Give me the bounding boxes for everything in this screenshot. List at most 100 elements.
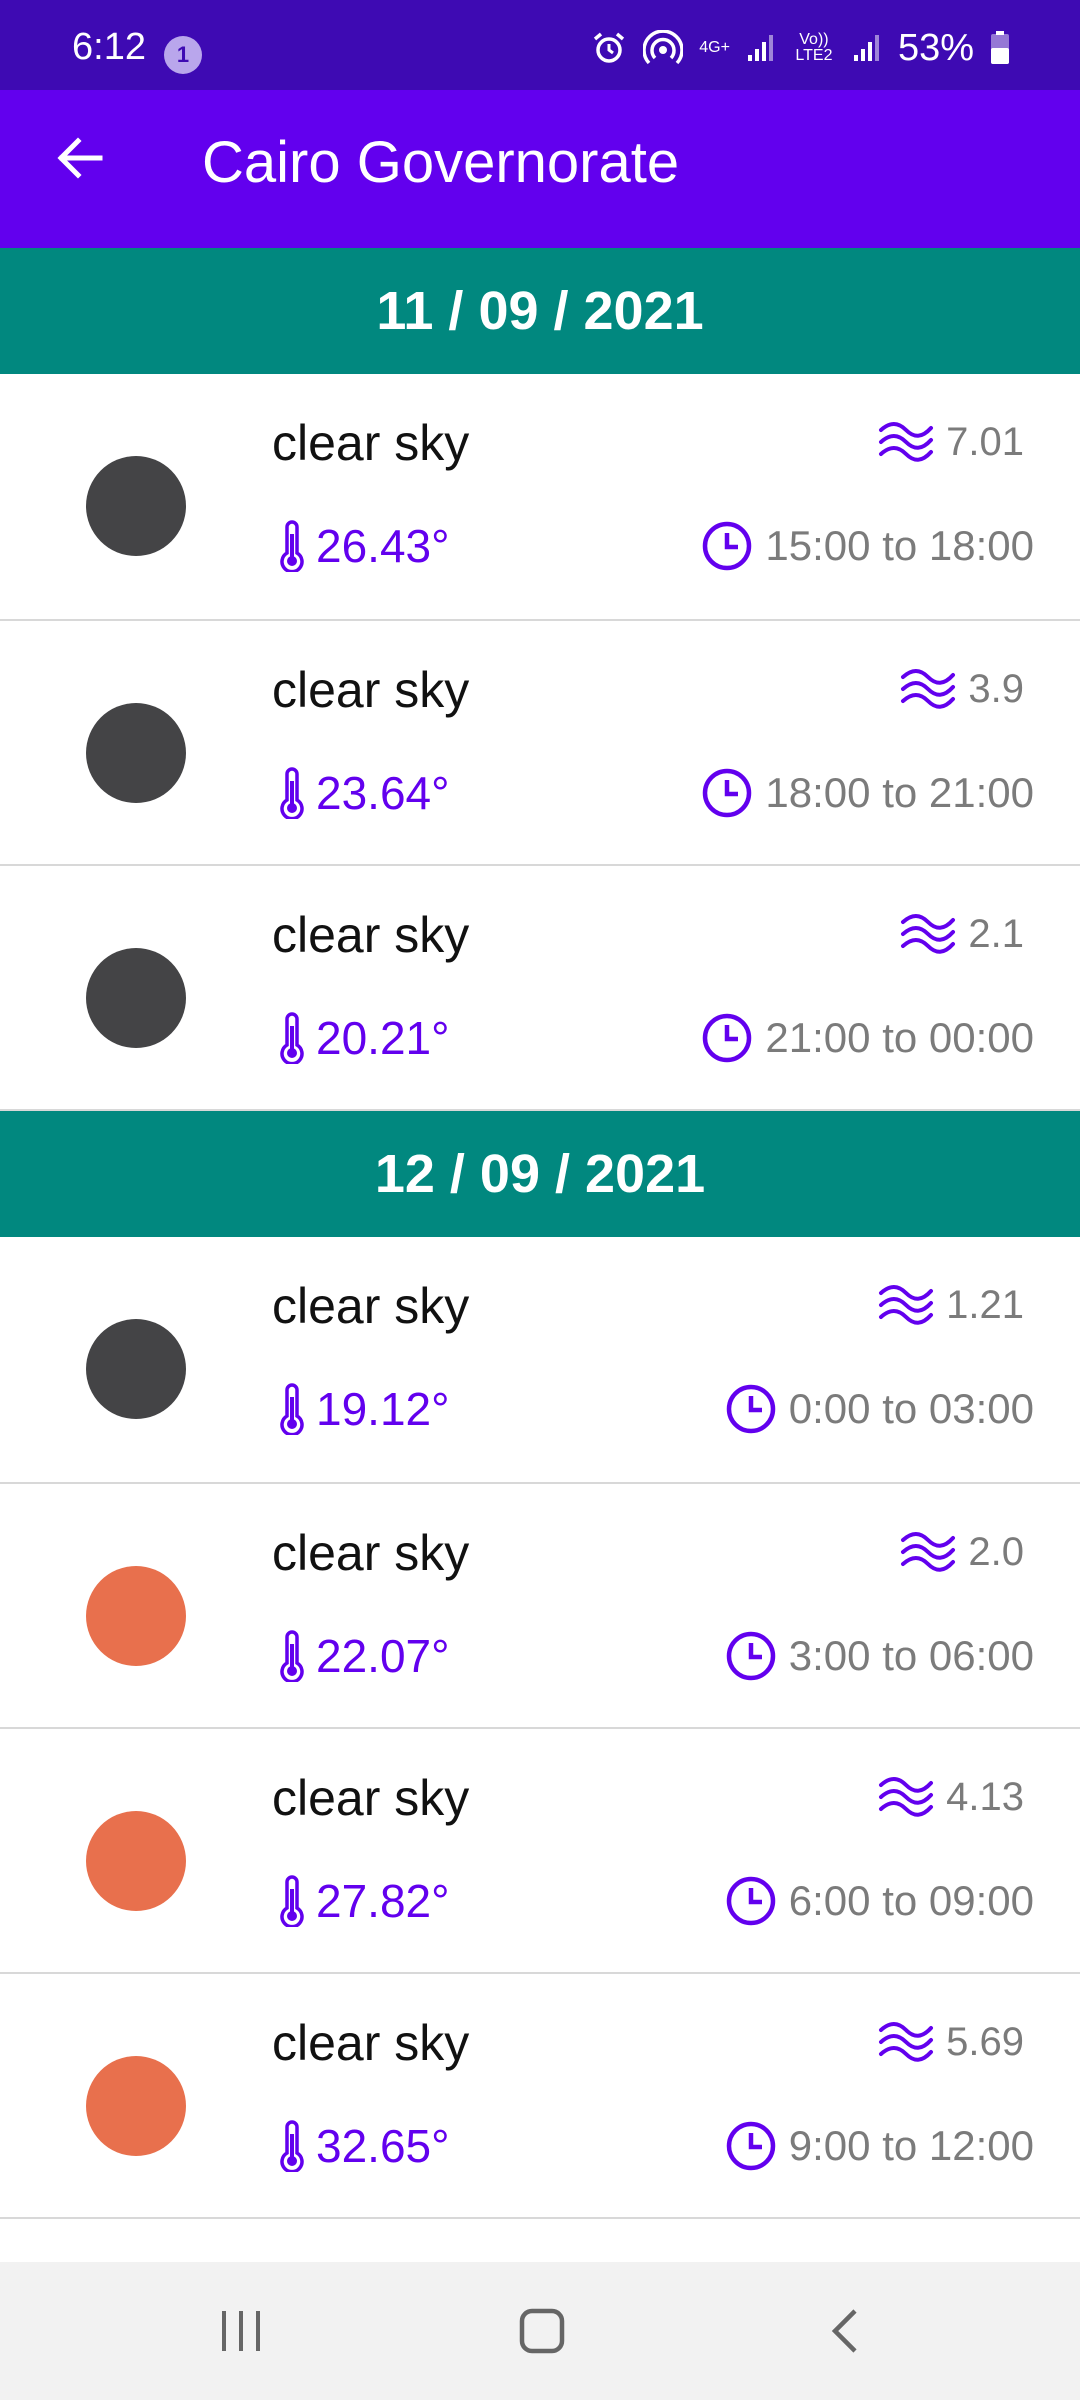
- clock-icon: [726, 2121, 776, 2171]
- time-range: 18:00 to 21:00: [701, 767, 1034, 819]
- weather-description: clear sky: [272, 1770, 470, 1826]
- temperature-value: 32.65°: [316, 2120, 450, 2172]
- clock-icon: [703, 521, 752, 571]
- weather-icon: [86, 1319, 186, 1419]
- temperature-value: 20.21°: [316, 1012, 450, 1064]
- home-button[interactable]: [462, 2262, 622, 2400]
- page-title: Cairo Governorate: [202, 130, 680, 195]
- wind-icon: [901, 1532, 956, 1572]
- weather-icon: [86, 1811, 186, 1911]
- wind-value: 3.9: [968, 667, 1024, 711]
- network-2-label: Vo)) LTE2: [795, 31, 833, 64]
- wind-icon: [879, 422, 934, 462]
- thermometer-icon: [280, 767, 304, 819]
- temperature: 23.64°: [278, 767, 450, 819]
- weather-icon: [86, 1566, 186, 1666]
- wind-icon: [879, 2022, 934, 2062]
- time-range-value: 15:00 to 18:00: [765, 522, 1034, 569]
- temperature: 26.43°: [278, 520, 450, 572]
- weather-description: clear sky: [272, 1525, 470, 1581]
- time-range-value: 3:00 to 06:00: [788, 1632, 1034, 1679]
- forecast-item[interactable]: clear sky 2.1 20.21° 21:00 to 00:00: [0, 866, 1080, 1111]
- wind-icon: [901, 669, 956, 709]
- forecast-item[interactable]: clear sky 5.69 32.65° 9:00 to 12:00: [0, 1974, 1080, 2219]
- clock-icon: [726, 1631, 776, 1681]
- time-range: 21:00 to 00:00: [701, 1012, 1034, 1064]
- forecast-item[interactable]: clear sky 4.13 27.82° 6:00 to 09:00: [0, 1729, 1080, 1974]
- network-1-label: 4G+: [699, 39, 730, 56]
- weather-icon: [86, 456, 186, 556]
- thermometer-icon: [280, 2120, 304, 2172]
- forecast-list[interactable]: 11 / 09 / 2021 clear sky 7.01 26.43° 15:00 t…: [0, 248, 1080, 2262]
- back-button[interactable]: [44, 122, 116, 194]
- thermometer-icon: [280, 1383, 304, 1435]
- status-bar: 6:12 1 4G+ Vo)) LTE2 53%: [0, 0, 1080, 90]
- thermometer-icon: [280, 1012, 304, 1064]
- temperature: 19.12°: [278, 1383, 450, 1435]
- temperature-value: 27.82°: [316, 1875, 450, 1927]
- alarm-icon: [594, 32, 625, 63]
- time-range: 9:00 to 12:00: [725, 2120, 1034, 2172]
- wind-value: 4.13: [946, 1775, 1024, 1819]
- wind-icon: [879, 1285, 934, 1325]
- weather-icon: [86, 948, 186, 1048]
- temperature: 20.21°: [278, 1012, 450, 1064]
- weather-description: clear sky: [272, 907, 470, 963]
- weather-icon: [86, 2056, 186, 2156]
- navigation-bar: [0, 2262, 1080, 2400]
- thermometer-icon: [280, 1875, 304, 1927]
- wind-icon: [901, 914, 956, 954]
- thermometer-icon: [280, 520, 304, 572]
- time-range-value: 18:00 to 21:00: [765, 769, 1034, 816]
- time-range-value: 0:00 to 03:00: [788, 1385, 1034, 1432]
- wind-speed: 3.9: [900, 669, 1024, 709]
- time-range: 0:00 to 03:00: [725, 1383, 1034, 1435]
- recents-icon: [222, 2311, 260, 2351]
- time-range-value: 21:00 to 00:00: [765, 1014, 1034, 1061]
- wind-speed: 5.69: [878, 2022, 1024, 2062]
- nav-back-button[interactable]: [765, 2262, 925, 2400]
- signal-icon: [853, 35, 879, 61]
- wind-speed: 2.1: [900, 914, 1024, 954]
- temperature: 32.65°: [278, 2120, 450, 2172]
- temperature: 27.82°: [278, 1875, 450, 1927]
- signal-icon: [747, 35, 773, 61]
- wind-speed: 7.01: [878, 422, 1024, 462]
- forecast-item[interactable]: clear sky 3.9 23.64° 18:00 to 21:00: [0, 621, 1080, 866]
- recents-button[interactable]: [161, 2262, 321, 2400]
- arrow-back-icon: [57, 137, 103, 179]
- wind-value: 2.0: [968, 1530, 1024, 1574]
- temperature: 22.07°: [278, 1630, 450, 1682]
- app-bar: Cairo Governorate: [0, 90, 1080, 248]
- time-range-value: 6:00 to 09:00: [788, 1877, 1034, 1924]
- temperature-value: 19.12°: [316, 1383, 450, 1435]
- back-icon: [831, 2309, 857, 2353]
- battery-percent: 53%: [897, 27, 974, 69]
- wind-value: 7.01: [946, 420, 1024, 464]
- date-header: 12 / 09 / 2021: [0, 1111, 1080, 1237]
- clock-icon: [726, 1384, 776, 1434]
- temperature-value: 26.43°: [316, 520, 450, 572]
- wind-value: 1.21: [946, 1283, 1024, 1327]
- weather-description: clear sky: [272, 662, 470, 718]
- weather-description: clear sky: [272, 1278, 470, 1334]
- thermometer-icon: [280, 1630, 304, 1682]
- hotspot-icon: [643, 30, 684, 65]
- temperature-value: 22.07°: [316, 1630, 450, 1682]
- clock-icon: [726, 1876, 776, 1926]
- forecast-item[interactable]: clear sky 1.21 19.12° 0:00 to 03:00: [0, 1237, 1080, 1484]
- wind-value: 2.1: [968, 912, 1024, 956]
- weather-description: clear sky: [272, 2015, 470, 2071]
- forecast-item[interactable]: clear sky 2.0 22.07° 3:00 to 06:00: [0, 1484, 1080, 1729]
- weather-icon: [86, 703, 186, 803]
- status-icons: 4G+ Vo)) LTE2 53%: [591, 26, 1010, 70]
- wind-speed: 2.0: [900, 1532, 1024, 1572]
- status-time: 6:12: [72, 26, 146, 68]
- wind-value: 5.69: [946, 2020, 1024, 2064]
- date-header: 11 / 09 / 2021: [0, 248, 1080, 374]
- home-icon: [519, 2308, 565, 2354]
- temperature-value: 23.64°: [316, 767, 450, 819]
- forecast-item[interactable]: clear sky 7.01 26.43° 15:00 to 18:00: [0, 374, 1080, 621]
- clock-icon: [703, 1013, 752, 1063]
- time-range: 6:00 to 09:00: [725, 1875, 1034, 1927]
